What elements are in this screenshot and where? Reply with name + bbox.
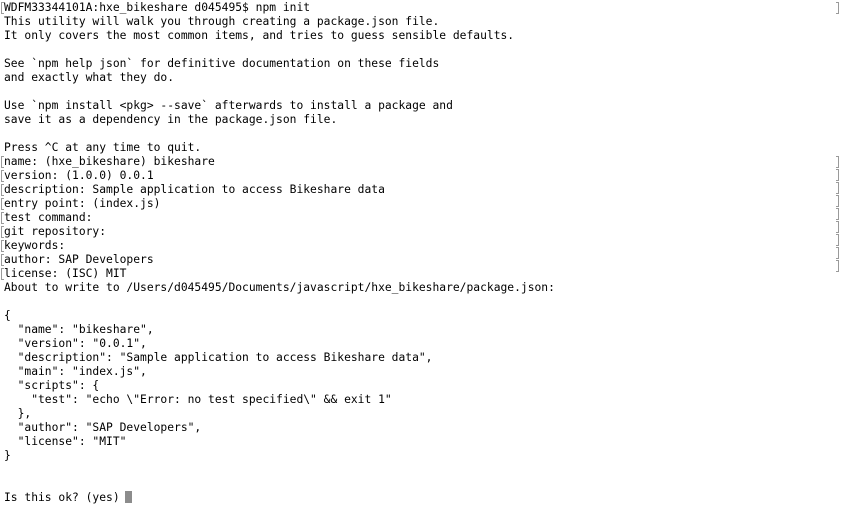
intro-line-2: It only covers the most common items, an… — [4, 29, 515, 42]
answer-license-line: license: (ISC) MIT — [4, 267, 555, 281]
confirm-prompt-text: Is this ok? (yes) — [4, 491, 120, 504]
blank-line — [4, 463, 555, 477]
confirm-prompt-line[interactable]: Is this ok? (yes) — [4, 491, 555, 505]
blank-line — [4, 127, 555, 141]
line-mark — [836, 85, 839, 99]
blank-line — [4, 43, 555, 57]
line-mark — [836, 221, 839, 233]
line-mark — [836, 169, 839, 181]
line-mark — [836, 15, 839, 29]
install-line-2: save it as a dependency in the package.j… — [4, 113, 338, 126]
blank-line — [4, 295, 555, 309]
answer-keywords-line: keywords: — [4, 239, 555, 253]
json-preview-line: "test": "echo \"Error: no test specified… — [4, 393, 392, 406]
line-mark — [836, 2, 839, 14]
line-mark — [836, 260, 839, 272]
line-mark — [836, 113, 839, 127]
text-cursor[interactable] — [124, 491, 132, 503]
command-prompt-line: WDFM33344101A:hxe_bikeshare d045495$ npm… — [4, 1, 555, 15]
line-marks-right — [836, 1, 839, 273]
line-mark — [836, 141, 839, 155]
line-mark — [836, 99, 839, 113]
line-mark — [836, 247, 839, 259]
about-to-write-line: About to write to /Users/d045495/Documen… — [4, 281, 555, 294]
answer-author-line: author: SAP Developers — [4, 253, 555, 267]
json-preview-line: "name": "bikeshare", — [4, 323, 154, 336]
terminal-output: WDFM33344101A:hxe_bikeshare d045495$ npm… — [4, 1, 555, 505]
answer-git-repository-line: git repository: — [4, 225, 555, 239]
json-preview-line: "scripts": { — [4, 379, 100, 392]
answer-description-line: description: Sample application to acces… — [4, 183, 555, 197]
line-mark — [836, 71, 839, 85]
line-mark — [836, 156, 839, 168]
line-mark — [836, 195, 839, 207]
json-preview-line: "license": "MIT" — [4, 435, 127, 448]
terminal-window[interactable]: WDFM33344101A:hxe_bikeshare d045495$ npm… — [0, 0, 842, 512]
line-mark — [836, 57, 839, 71]
help-line-1: See `npm help json` for definitive docum… — [4, 57, 440, 70]
line-mark — [836, 234, 839, 246]
json-preview-line: }, — [4, 407, 32, 420]
json-preview-line: "version": "0.0.1", — [4, 337, 147, 350]
blank-line — [4, 477, 555, 491]
line-mark — [836, 208, 839, 220]
answer-test-command-line: test command: — [4, 211, 555, 225]
line-mark — [836, 182, 839, 194]
answer-version-line: version: (1.0.0) 0.0.1 — [4, 169, 555, 183]
quit-hint-line: Press ^C at any time to quit. — [4, 141, 202, 154]
install-line-1: Use `npm install <pkg> --save` afterward… — [4, 99, 453, 112]
answer-entry-point-line: entry point: (index.js) — [4, 197, 555, 211]
json-preview-line: "author": "SAP Developers", — [4, 421, 202, 434]
blank-line — [4, 85, 555, 99]
line-mark — [836, 29, 839, 43]
help-line-2: and exactly what they do. — [4, 71, 175, 84]
line-mark — [836, 43, 839, 57]
json-preview-line: { — [4, 309, 11, 322]
answer-name-line: name: (hxe_bikeshare) bikeshare — [4, 155, 555, 169]
line-mark — [836, 127, 839, 141]
intro-line-1: This utility will walk you through creat… — [4, 15, 440, 28]
json-preview-line: "main": "index.js", — [4, 365, 147, 378]
json-preview-line: } — [4, 449, 11, 462]
json-preview-line: "description": "Sample application to ac… — [4, 351, 433, 364]
